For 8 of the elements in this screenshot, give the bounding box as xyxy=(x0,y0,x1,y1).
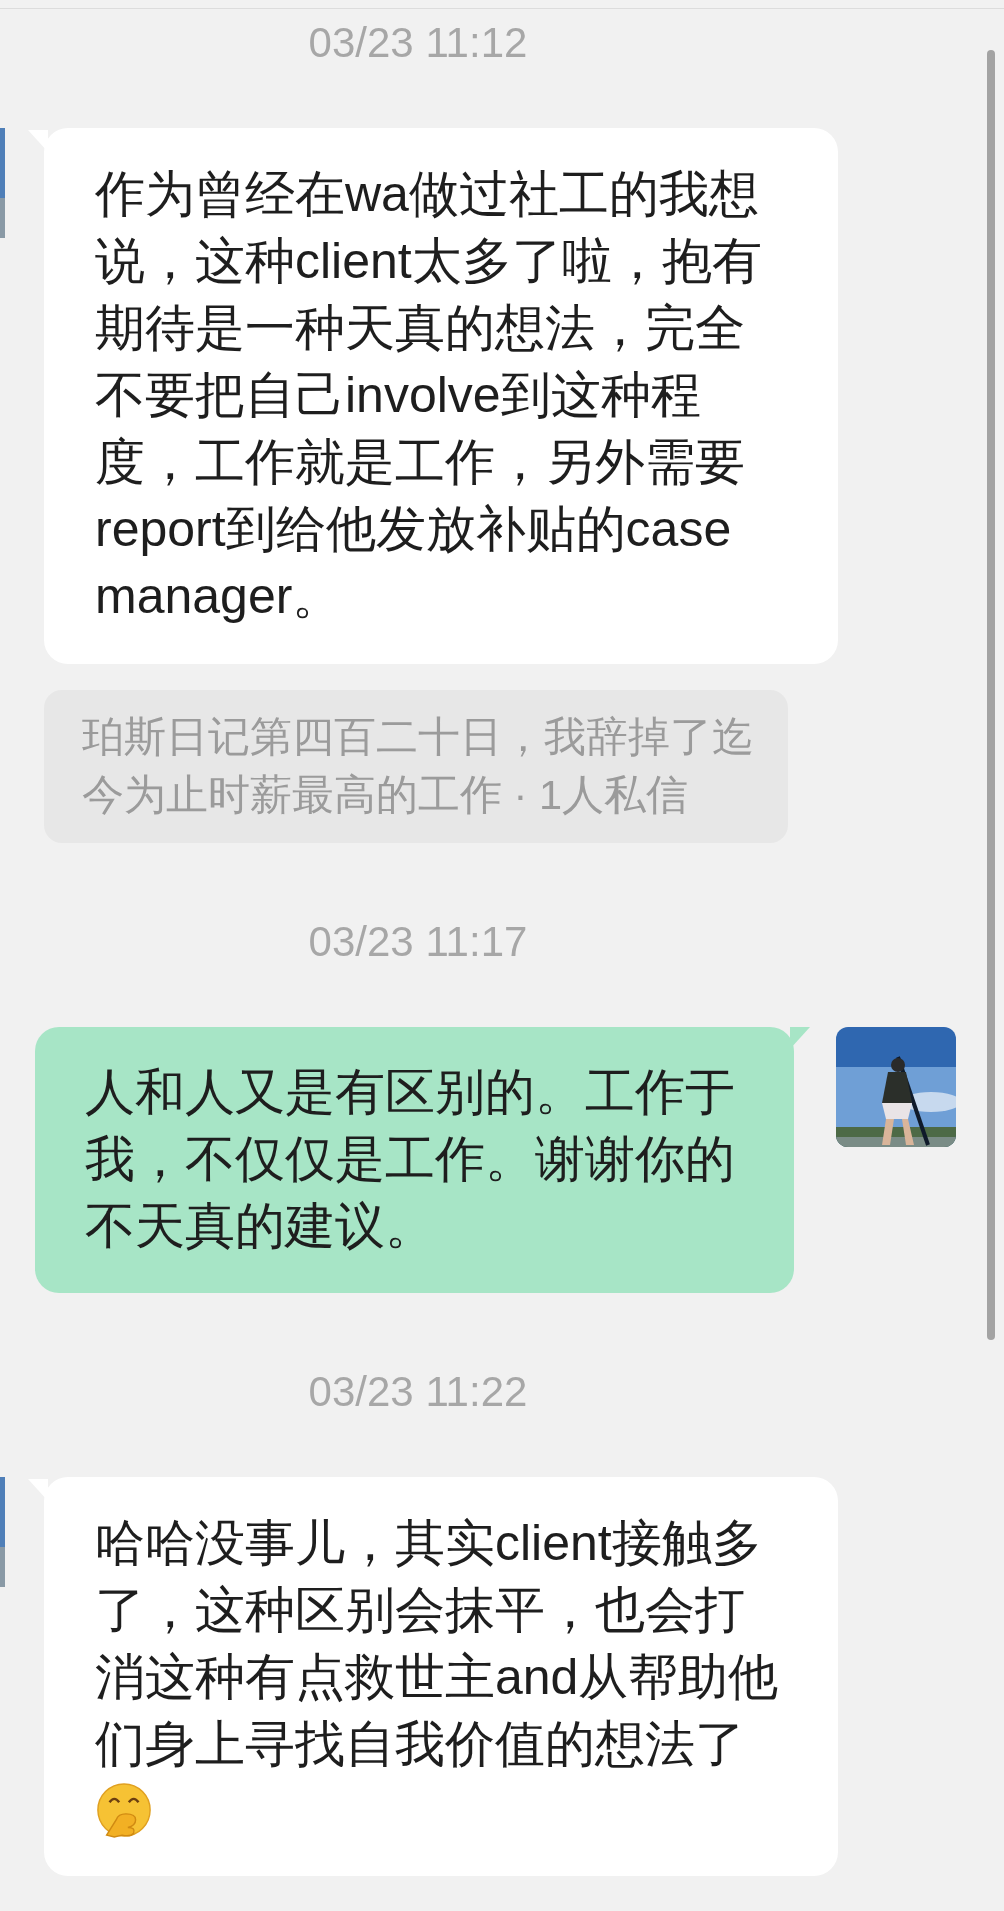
message-text: 哈哈没事儿，其实client接触多了，这种区别会抹平，也会打消这种有点救世主and从帮助他们身上寻找自我价值的想法了 xyxy=(95,1514,780,1774)
timestamp: 03/23 11:22 xyxy=(308,1370,528,1414)
quoted-post[interactable]: 珀斯日记第四百二十日，我辞掉了迄今为止时薪最高的工作 · 1人私信 xyxy=(44,690,788,843)
timestamp: 03/23 11:12 xyxy=(308,21,528,65)
message-text: 人和人又是有区别的。工作于我，不仅仅是工作。谢谢你的不天真的建议。 xyxy=(85,1063,736,1256)
message-text: 作为曾经在wa做过社工的我想说，这种client太多了啦，抱有期待是一种天真的想法，完全不要把自己involve到这种程度，工作就是工作，另外需要report到给他发放补贴的case manager。 xyxy=(95,165,763,626)
scrollbar[interactable] xyxy=(987,50,995,1340)
timestamp: 03/23 11:17 xyxy=(308,920,528,964)
